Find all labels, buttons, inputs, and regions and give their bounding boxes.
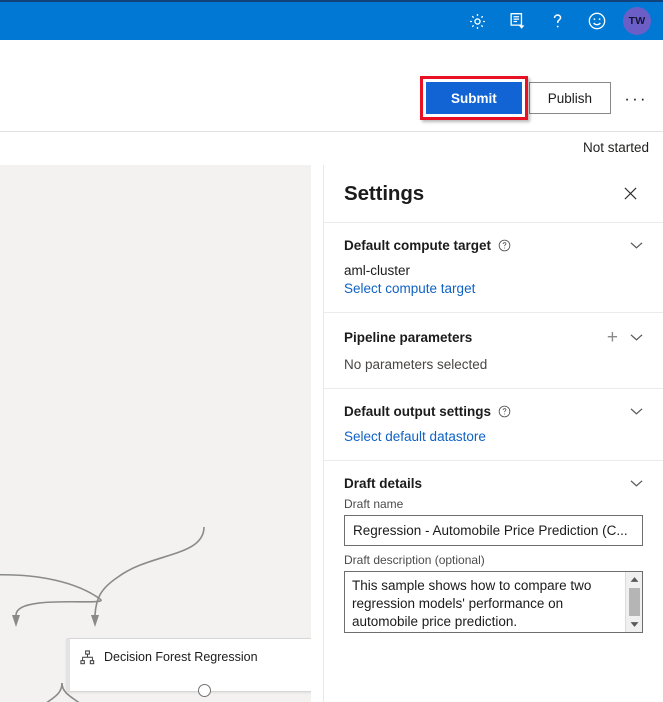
pipeline-canvas[interactable]: Decision Forest Regression Model: [0, 165, 311, 702]
section-title: Draft details: [344, 476, 423, 491]
submit-button[interactable]: Submit: [425, 82, 522, 114]
help-icon[interactable]: [537, 2, 577, 40]
node-output-port-decision-forest[interactable]: [198, 684, 211, 697]
run-status: Not started: [582, 140, 649, 155]
info-icon[interactable]: [498, 405, 511, 418]
scroll-up-icon[interactable]: [626, 572, 642, 587]
smiley-icon[interactable]: [577, 2, 617, 40]
draft-description-text[interactable]: This sample shows how to compare two reg…: [345, 572, 625, 632]
command-bar: Submit Publish ···: [0, 40, 663, 132]
section-draft-details: Draft details Draft name Draft descripti…: [324, 461, 663, 649]
draft-description-label: Draft description (optional): [344, 553, 485, 567]
publish-button[interactable]: Publish: [528, 82, 611, 114]
pipeline-designer-page: TW Submit Publish ··· Not started Decisi…: [0, 0, 663, 702]
select-compute-target-link[interactable]: Select compute target: [344, 281, 643, 296]
settings-panel: Settings Default compute target aml-clus…: [323, 165, 663, 702]
section-header: Draft details: [344, 476, 643, 491]
canvas-panel-divider: [311, 165, 323, 702]
pipeline-node-decision-forest-regression[interactable]: Decision Forest Regression: [66, 638, 311, 692]
section-title: Pipeline parameters: [344, 330, 473, 345]
compute-target-value: aml-cluster: [344, 263, 411, 278]
scroll-down-icon[interactable]: [626, 617, 642, 632]
draft-name-label: Draft name: [344, 497, 404, 511]
command-bar-actions: Submit Publish ···: [419, 76, 655, 120]
draft-description-field[interactable]: This sample shows how to compare two reg…: [344, 571, 643, 633]
scrollbar-thumb[interactable]: [628, 588, 640, 616]
avatar-initials: TW: [628, 15, 646, 27]
pipeline-node-label: Decision Forest Regression: [104, 650, 258, 664]
section-header: Default output settings: [344, 404, 643, 419]
chevron-down-icon[interactable]: [626, 479, 643, 488]
chevron-down-icon[interactable]: [626, 333, 643, 342]
section-pipeline-parameters: Pipeline parameters + No parameters sele…: [324, 313, 663, 389]
chevron-down-icon[interactable]: [626, 241, 643, 250]
no-parameters-text: No parameters selected: [344, 357, 488, 372]
info-icon[interactable]: [498, 239, 511, 252]
pipeline-edges: [0, 526, 205, 702]
avatar[interactable]: TW: [623, 7, 651, 35]
settings-panel-header: Settings: [324, 165, 663, 223]
more-options-button[interactable]: ···: [617, 82, 655, 114]
gear-icon[interactable]: [457, 2, 497, 40]
feedback-list-icon[interactable]: [497, 2, 537, 40]
add-parameter-button[interactable]: +: [599, 328, 626, 347]
chevron-down-icon[interactable]: [626, 407, 643, 416]
description-scrollbar[interactable]: [625, 572, 642, 632]
close-icon[interactable]: [617, 181, 643, 207]
section-default-compute-target: Default compute target aml-cluster Selec: [324, 223, 663, 313]
submit-button-highlight-wrapper: Submit: [419, 76, 528, 120]
section-default-output-settings: Default output settings Select default d…: [324, 389, 663, 461]
section-header: Default compute target: [344, 238, 643, 253]
section-title: Default output settings: [344, 404, 491, 419]
hierarchy-icon: [80, 650, 95, 665]
page-title: Settings: [344, 181, 425, 205]
global-header: TW: [0, 0, 663, 40]
section-header: Pipeline parameters +: [344, 328, 643, 347]
draft-name-input[interactable]: [344, 515, 643, 546]
section-title: Default compute target: [344, 238, 492, 253]
select-default-datastore-link[interactable]: Select default datastore: [344, 429, 643, 444]
